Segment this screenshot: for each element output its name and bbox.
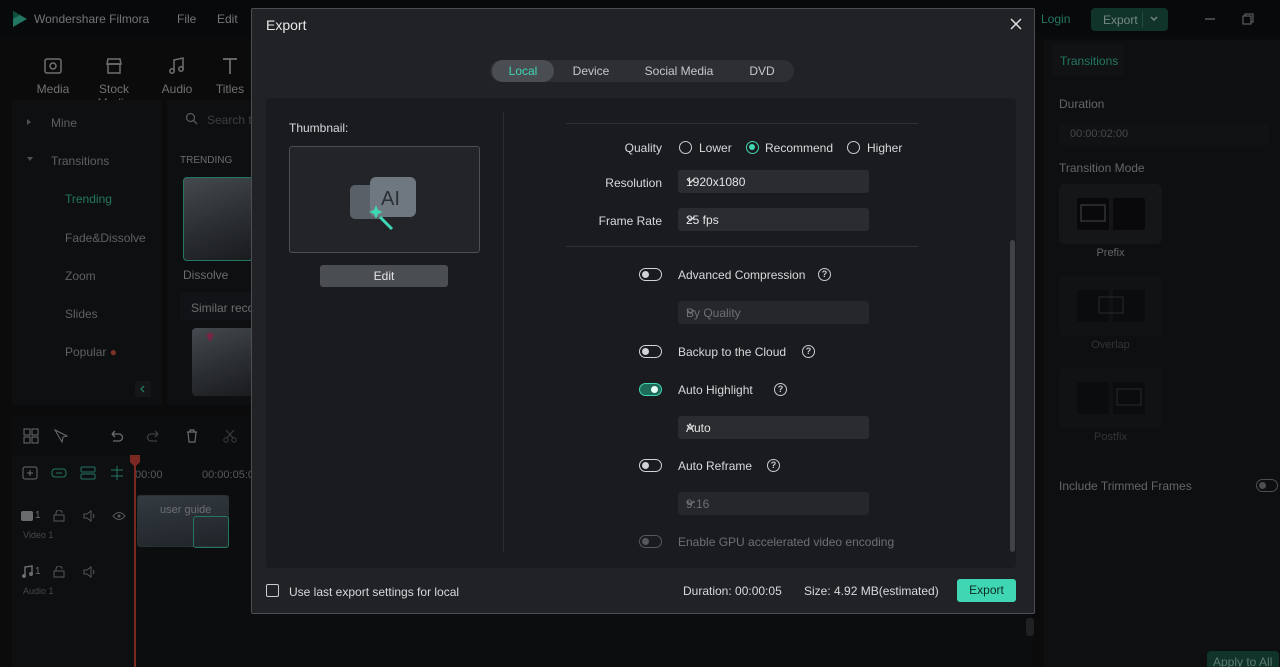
svg-text:AI: AI [381,188,400,210]
settings-scrollbar[interactable] [1010,240,1015,552]
tab-local[interactable]: Local [492,60,554,82]
section-divider [566,246,918,247]
tab-social-media[interactable]: Social Media [636,60,722,82]
auto-highlight-toggle[interactable] [639,383,662,396]
quality-higher-label[interactable]: Higher [867,141,902,155]
framerate-select[interactable]: 25 fps [678,208,869,231]
advanced-compression-toggle[interactable] [639,268,662,281]
quality-recommend-label[interactable]: Recommend [765,141,833,155]
close-icon[interactable] [1008,16,1024,32]
chevron-down-icon [686,216,861,222]
chevron-down-icon [686,424,861,430]
thumbnail-preview: AI [289,146,480,253]
thumbnail-label: Thumbnail: [289,121,349,135]
last-settings-checkbox[interactable] [266,584,279,597]
quality-recommend-radio[interactable] [746,141,759,154]
dialog-title: Export [266,17,307,33]
quality-label: Quality [624,141,662,155]
aspect-ratio-select[interactable]: 9:16 [678,492,869,515]
highlight-mode-select[interactable]: Auto [678,416,869,439]
framerate-label: Frame Rate [598,214,662,228]
thumbnail-edit-button[interactable]: Edit [320,265,448,287]
backup-cloud-label: Backup to the Cloud [678,345,787,359]
help-icon[interactable]: ? [774,383,787,396]
section-divider [566,123,918,124]
backup-cloud-toggle[interactable] [639,345,662,358]
quality-lower-label[interactable]: Lower [699,141,732,155]
auto-reframe-toggle[interactable] [639,459,662,472]
last-settings-label[interactable]: Use last export settings for local [289,585,459,599]
help-icon[interactable]: ? [767,459,780,472]
help-icon[interactable]: ? [802,345,815,358]
tab-device[interactable]: Device [560,60,622,82]
gpu-encoding-toggle[interactable] [639,535,662,548]
auto-reframe-label: Auto Reframe [678,459,753,473]
help-icon[interactable]: ? [818,268,831,281]
compression-mode-select[interactable]: By Quality [678,301,869,324]
chevron-down-icon [686,309,861,315]
tab-dvd[interactable]: DVD [736,60,788,82]
advanced-compression-label: Advanced Compression [678,268,806,282]
export-duration: Duration: 00:00:05 [683,584,782,598]
chevron-down-icon [686,500,861,506]
resolution-select[interactable]: 1920x1080 [678,170,869,193]
ai-image-icon: AI [348,175,420,233]
resolution-label: Resolution [605,176,662,190]
export-size: Size: 4.92 MB(estimated) [804,584,939,598]
gpu-encoding-label: Enable GPU accelerated video encoding [678,535,895,549]
export-button[interactable]: Export [957,579,1016,602]
chevron-down-icon [686,178,861,184]
quality-lower-radio[interactable] [679,141,692,154]
quality-higher-radio[interactable] [847,141,860,154]
panel-divider [503,112,504,552]
auto-highlight-label: Auto Highlight [678,383,753,397]
